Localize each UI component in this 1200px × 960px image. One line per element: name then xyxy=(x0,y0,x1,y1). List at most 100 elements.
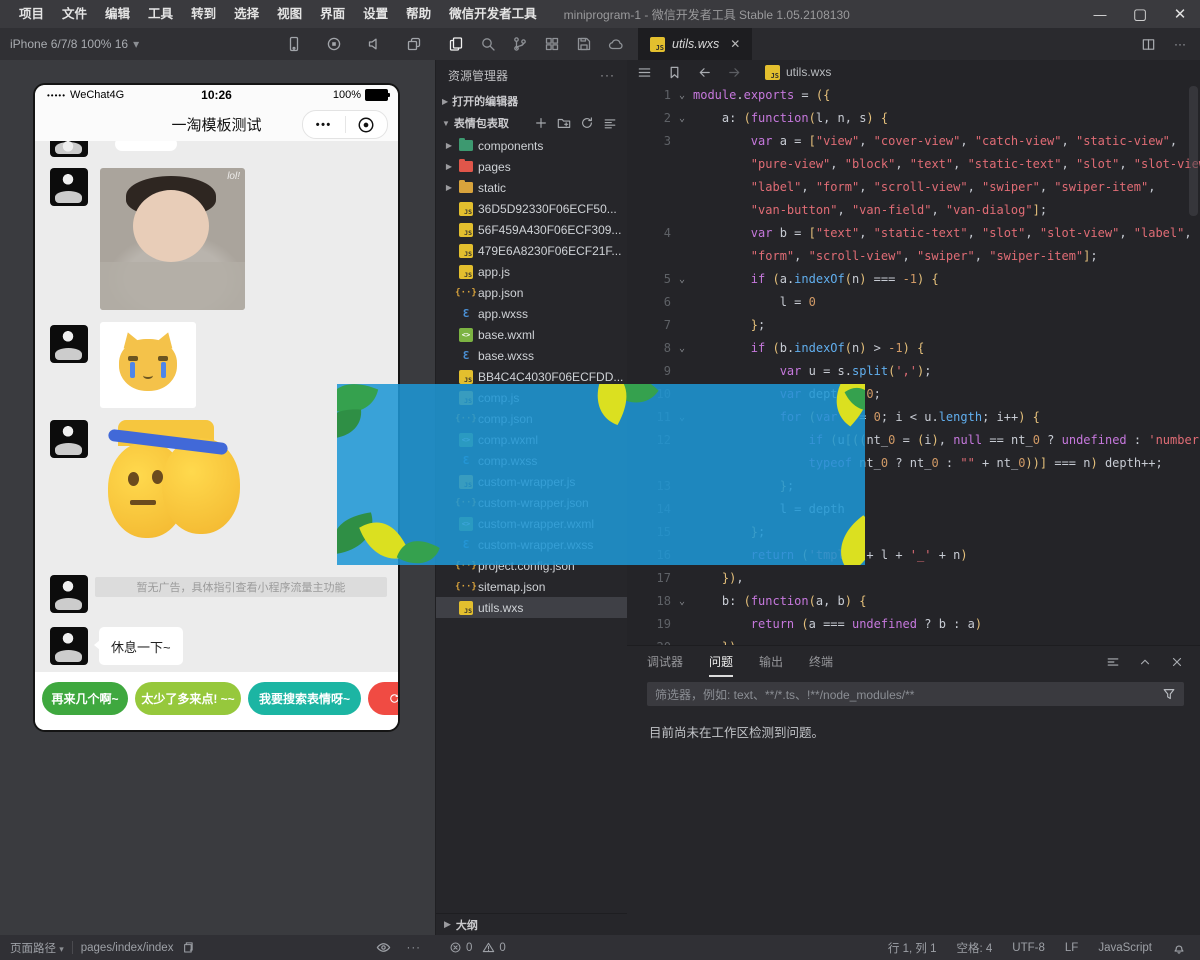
action-button[interactable]: 我要搜索表情呀~ xyxy=(248,682,361,715)
status-item[interactable]: LF xyxy=(1065,942,1078,954)
code-line[interactable]: "label", "form", "scroll-view", "swiper"… xyxy=(627,176,1200,199)
status-item[interactable]: 空格: 4 xyxy=(957,940,993,956)
more-icon[interactable]: ··· xyxy=(600,68,615,82)
panel-tab-输出[interactable]: 输出 xyxy=(759,647,783,677)
code-line[interactable]: 20 }) xyxy=(627,636,1200,645)
extensions-icon[interactable] xyxy=(544,36,560,52)
file-row-app.js[interactable]: JSapp.js xyxy=(436,261,627,282)
forward-arrow-icon[interactable] xyxy=(727,65,742,80)
code-line[interactable]: 7 }; xyxy=(627,314,1200,337)
device-selector[interactable]: iPhone 6/7/8 100% 16 ▾ xyxy=(0,28,210,60)
files-icon[interactable] xyxy=(448,36,464,52)
file-row-pages[interactable]: ▶pages xyxy=(436,156,627,177)
close-icon[interactable] xyxy=(1170,655,1184,669)
code-line[interactable]: "pure-view", "block", "text", "static-te… xyxy=(627,153,1200,176)
code-line[interactable]: 1⌄module.exports = ({ xyxy=(627,84,1200,107)
file-row-utils.wxs[interactable]: JSutils.wxs xyxy=(436,597,627,618)
code-line[interactable]: 5⌄ if (a.indexOf(n) === -1) { xyxy=(627,268,1200,291)
outline-section[interactable]: ▶ 大纲 xyxy=(436,913,627,935)
explorer-section-open-editors[interactable]: ▶打开的编辑器 xyxy=(436,90,627,112)
menu-文件[interactable]: 文件 xyxy=(53,0,96,28)
chevron-up-icon[interactable] xyxy=(1138,655,1152,669)
problems-filter-input[interactable]: 筛选器，例如: text、**/*.ts、!**/node_modules/** xyxy=(647,682,1184,706)
menu-编辑[interactable]: 编辑 xyxy=(96,0,139,28)
action-button[interactable]: 分享 xyxy=(368,682,398,715)
file-row-base.wxml[interactable]: <>base.wxml xyxy=(436,324,627,345)
save-icon[interactable] xyxy=(576,36,592,52)
file-row-479E6A8230F06ECF21F...[interactable]: JS479E6A8230F06ECF21F... xyxy=(436,240,627,261)
butt-emoji-image[interactable] xyxy=(100,420,250,560)
maximize-button[interactable]: ▢ xyxy=(1120,0,1160,28)
explorer-section-project[interactable]: ▼表情包表取 xyxy=(436,112,627,134)
status-item[interactable]: JavaScript xyxy=(1098,942,1152,954)
tab-close-icon[interactable]: ✕ xyxy=(730,37,740,51)
cloud-icon[interactable] xyxy=(608,36,624,52)
record-icon[interactable] xyxy=(326,36,342,52)
menu-帮助[interactable]: 帮助 xyxy=(397,0,440,28)
collapse-all-icon[interactable] xyxy=(603,116,617,130)
fold-chevron-icon[interactable]: ⌄ xyxy=(671,107,693,130)
code-line[interactable]: 3 var a = ["view", "cover-view", "catch-… xyxy=(627,130,1200,153)
problems-counts[interactable]: 0 0 xyxy=(435,941,627,954)
menu-界面[interactable]: 界面 xyxy=(311,0,354,28)
mute-icon[interactable] xyxy=(366,36,382,52)
action-button[interactable]: 再来几个啊~ xyxy=(42,682,128,715)
action-button[interactable]: 太少了多来点! ~~ xyxy=(135,682,241,715)
share-refresh-icon[interactable] xyxy=(388,692,398,705)
code-line[interactable]: 18⌄ b: (function(a, b) { xyxy=(627,590,1200,613)
minimize-button[interactable]: — xyxy=(1080,0,1120,28)
fold-chevron-icon[interactable]: ⌄ xyxy=(671,590,693,613)
panel-lines-icon[interactable] xyxy=(1106,655,1120,669)
fold-chevron-icon[interactable]: ⌄ xyxy=(671,84,693,107)
file-row-components[interactable]: ▶components xyxy=(436,135,627,156)
file-row-app.wxss[interactable]: 3app.wxss xyxy=(436,303,627,324)
eye-icon[interactable] xyxy=(376,940,391,955)
menu-视图[interactable]: 视图 xyxy=(268,0,311,28)
close-button[interactable]: ✕ xyxy=(1160,0,1200,28)
more-dots-icon[interactable]: ••• xyxy=(303,119,345,131)
capsule-menu[interactable]: ••• xyxy=(302,110,388,139)
search-icon[interactable] xyxy=(480,36,496,52)
code-line[interactable]: "form", "scroll-view", "swiper", "swiper… xyxy=(627,245,1200,268)
funnel-icon[interactable] xyxy=(1162,687,1176,702)
code-line[interactable]: 2⌄ a: (function(l, n, s) { xyxy=(627,107,1200,130)
phone-icon[interactable] xyxy=(286,36,302,52)
panel-tab-问题[interactable]: 问题 xyxy=(709,647,733,677)
breadcrumb[interactable]: JSutils.wxs xyxy=(765,65,831,80)
more-icon[interactable]: ··· xyxy=(407,942,422,954)
file-row-static[interactable]: ▶static xyxy=(436,177,627,198)
file-row-base.wxss[interactable]: 3base.wxss xyxy=(436,345,627,366)
menu-选择[interactable]: 选择 xyxy=(225,0,268,28)
new-file-icon[interactable] xyxy=(534,116,548,130)
menu-工具[interactable]: 工具 xyxy=(139,0,182,28)
back-arrow-icon[interactable] xyxy=(697,65,712,80)
code-line[interactable]: 8⌄ if (b.indexOf(n) > -1) { xyxy=(627,337,1200,360)
fold-chevron-icon[interactable]: ⌄ xyxy=(671,337,693,360)
split-editor-icon[interactable] xyxy=(1141,37,1156,52)
code-line[interactable]: 4 var b = ["text", "static-text", "slot"… xyxy=(627,222,1200,245)
editor-scrollbar[interactable] xyxy=(1189,86,1198,216)
file-row-sitemap.json[interactable]: {··}sitemap.json xyxy=(436,576,627,597)
code-line[interactable]: 17 }), xyxy=(627,567,1200,590)
bell-icon[interactable] xyxy=(1172,941,1186,955)
git-branch-icon[interactable] xyxy=(512,36,528,52)
code-line[interactable]: 19 return (a === undefined ? b : a) xyxy=(627,613,1200,636)
status-item[interactable]: UTF-8 xyxy=(1012,942,1045,954)
code-line[interactable]: "van-button", "van-field", "van-dialog"]… xyxy=(627,199,1200,222)
panel-tab-调试器[interactable]: 调试器 xyxy=(647,647,683,677)
code-line[interactable]: 9 var u = s.split(','); xyxy=(627,360,1200,383)
layers-icon[interactable] xyxy=(406,36,422,52)
tab-utils-wxs[interactable]: JS utils.wxs ✕ xyxy=(638,28,752,60)
list-icon[interactable] xyxy=(637,65,652,80)
status-item[interactable]: 行 1, 列 1 xyxy=(888,940,937,956)
copy-icon[interactable] xyxy=(181,941,194,954)
fold-chevron-icon[interactable]: ⌄ xyxy=(671,268,693,291)
menu-项目[interactable]: 项目 xyxy=(10,0,53,28)
new-folder-icon[interactable] xyxy=(557,116,571,130)
exit-target-icon[interactable] xyxy=(346,116,388,134)
panel-tab-终端[interactable]: 终端 xyxy=(809,647,833,677)
refresh-icon[interactable] xyxy=(580,116,594,130)
file-row-56F459A430F06ECF309...[interactable]: JS56F459A430F06ECF309... xyxy=(436,219,627,240)
page-path-dropdown[interactable]: 页面路径 ▾ xyxy=(10,940,64,956)
menu-转到[interactable]: 转到 xyxy=(182,0,225,28)
